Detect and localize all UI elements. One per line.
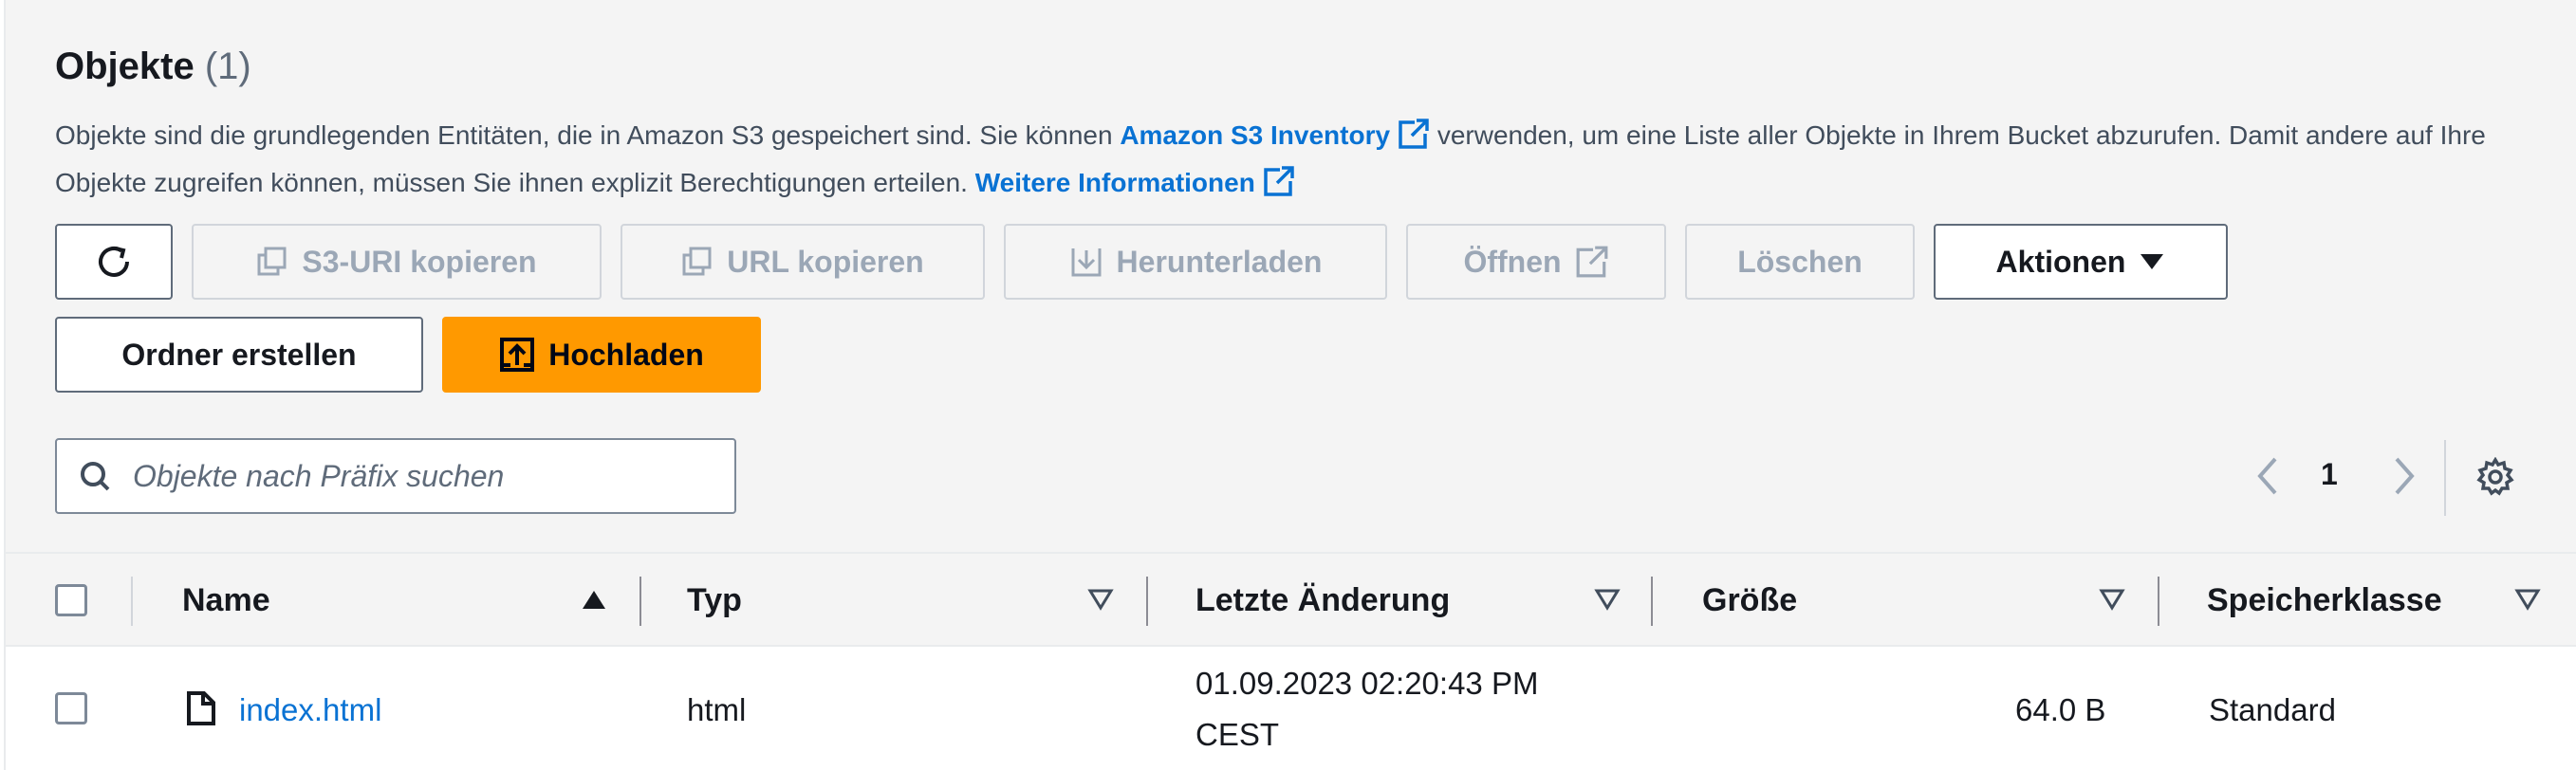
column-header-last-modified[interactable]: Letzte Änderung (1195, 582, 1450, 619)
table-header: Name Typ Letzte Änderung Größe Speicherk… (6, 552, 2576, 647)
object-count: (1) (204, 46, 251, 87)
object-size: 64.0 B (2015, 692, 2106, 727)
open-button[interactable]: Öffnen (1406, 224, 1666, 300)
copy-icon (257, 247, 287, 276)
sort-icon[interactable] (2514, 588, 2541, 611)
row-checkbox[interactable] (55, 692, 87, 724)
refresh-icon (99, 247, 129, 277)
learn-more-link[interactable]: Weitere Informationen (975, 166, 1295, 197)
caret-down-icon (2140, 254, 2164, 269)
table-row: index.html html 01.09.2023 02:20:43 PM C… (6, 647, 2576, 770)
column-header-name[interactable]: Name (182, 582, 270, 619)
column-header-size[interactable]: Größe (1702, 582, 1797, 619)
storage-class: Standard (2209, 692, 2336, 727)
object-type: html (687, 692, 747, 727)
column-header-storage-class[interactable]: Speicherklasse (2207, 582, 2442, 619)
copy-s3-uri-label: S3-URI kopieren (302, 244, 537, 279)
sort-icon[interactable] (1087, 588, 1114, 611)
upload-label: Hochladen (548, 337, 704, 372)
upload-icon (500, 338, 535, 372)
page-title: Objekte (1) (55, 46, 251, 88)
external-link-icon (1576, 246, 1609, 278)
search-input[interactable] (133, 440, 734, 512)
column-separator[interactable] (1146, 577, 1148, 626)
open-label: Öffnen (1463, 244, 1562, 279)
upload-button[interactable]: Hochladen (442, 317, 761, 393)
create-folder-label: Ordner erstellen (121, 337, 357, 372)
column-header-type[interactable]: Typ (687, 582, 742, 619)
sort-icon[interactable] (1594, 588, 1621, 611)
actions-label: Aktionen (1995, 244, 2126, 279)
refresh-button[interactable] (55, 224, 173, 300)
column-separator[interactable] (2158, 577, 2159, 626)
download-icon (1071, 248, 1102, 277)
column-separator[interactable] (639, 577, 641, 626)
pagination-divider (2444, 440, 2446, 516)
create-folder-button[interactable]: Ordner erstellen (55, 317, 423, 393)
column-separator[interactable] (1651, 577, 1653, 626)
copy-url-label: URL kopieren (727, 244, 924, 279)
last-modified-date: 01.09.2023 02:20:43 PM (1195, 666, 1539, 701)
column-separator (131, 577, 133, 626)
external-link-icon (1399, 119, 1431, 149)
description: Objekte sind die grundlegenden Entitäten… (55, 112, 2522, 207)
copy-url-button[interactable]: URL kopieren (621, 224, 985, 300)
copy-s3-uri-button[interactable]: S3-URI kopieren (192, 224, 602, 300)
settings-icon[interactable] (2475, 457, 2515, 497)
inventory-link[interactable]: Amazon S3 Inventory (1120, 119, 1431, 150)
search-box[interactable] (55, 438, 736, 514)
last-modified-timezone: CEST (1195, 717, 1280, 752)
page-number[interactable]: 1 (2321, 457, 2338, 492)
sort-icon[interactable] (2099, 588, 2125, 611)
download-label: Herunterladen (1116, 244, 1323, 279)
select-all-checkbox[interactable] (55, 584, 87, 616)
file-icon (187, 691, 215, 725)
chevron-left-icon[interactable] (2254, 455, 2283, 497)
external-link-icon (1264, 166, 1295, 196)
delete-label: Löschen (1737, 244, 1863, 279)
sort-ascending-icon[interactable] (581, 588, 607, 611)
copy-icon (682, 247, 712, 276)
objects-panel: Objekte (1) Objekte sind die grundlegend… (4, 0, 2576, 770)
actions-dropdown[interactable]: Aktionen (1934, 224, 2228, 300)
search-icon (81, 462, 110, 491)
title-text: Objekte (55, 46, 195, 87)
download-button[interactable]: Herunterladen (1004, 224, 1387, 300)
description-text-1: Objekte sind die grundlegenden Entitäten… (55, 120, 1121, 150)
object-name-link[interactable]: index.html (239, 692, 381, 728)
chevron-right-icon[interactable] (2389, 455, 2418, 497)
delete-button[interactable]: Löschen (1685, 224, 1915, 300)
